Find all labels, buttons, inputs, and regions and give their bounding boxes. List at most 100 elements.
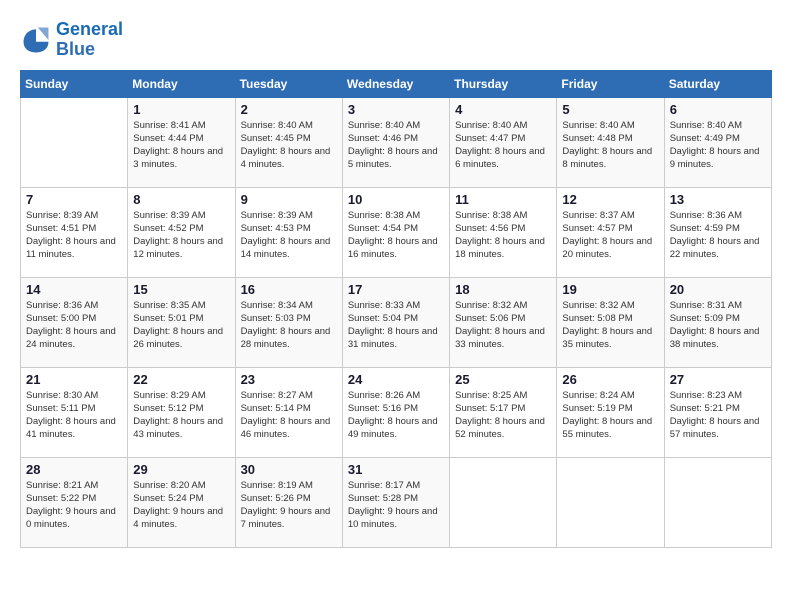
- day-info: Sunrise: 8:40 AMSunset: 4:46 PMDaylight:…: [348, 119, 444, 172]
- calendar-cell: 13 Sunrise: 8:36 AMSunset: 4:59 PMDayligh…: [664, 187, 771, 277]
- day-info: Sunrise: 8:39 AMSunset: 4:52 PMDaylight:…: [133, 209, 229, 262]
- calendar-week-row: 1Sunrise: 8:41 AMSunset: 4:44 PMDaylight…: [21, 97, 772, 187]
- calendar-cell: 9 Sunrise: 8:39 AMSunset: 4:53 PMDaylight…: [235, 187, 342, 277]
- calendar-cell: 31Sunrise: 8:17 AMSunset: 5:28 PMDayligh…: [342, 457, 449, 547]
- day-info: Sunrise: 8:21 AMSunset: 5:22 PMDaylight:…: [26, 479, 122, 532]
- day-number: 7: [26, 192, 122, 207]
- calendar-cell: 15 Sunrise: 8:35 AMSunset: 5:01 PMDayligh…: [128, 277, 235, 367]
- day-info: Sunrise: 8:35 AMSunset: 5:01 PMDaylight:…: [133, 299, 229, 352]
- day-number: 9: [241, 192, 337, 207]
- calendar-cell: 20 Sunrise: 8:31 AMSunset: 5:09 PMDayligh…: [664, 277, 771, 367]
- calendar-cell: 7 Sunrise: 8:39 AMSunset: 4:51 PMDaylight…: [21, 187, 128, 277]
- day-number: 23: [241, 372, 337, 387]
- day-header-wednesday: Wednesday: [342, 70, 449, 97]
- day-header-sunday: Sunday: [21, 70, 128, 97]
- day-number: 14: [26, 282, 122, 297]
- calendar-week-row: 21 Sunrise: 8:30 AMSunset: 5:11 PMDayligh…: [21, 367, 772, 457]
- day-info: Sunrise: 8:30 AMSunset: 5:11 PMDaylight:…: [26, 389, 122, 442]
- calendar-cell: [664, 457, 771, 547]
- calendar-cell: 3 Sunrise: 8:40 AMSunset: 4:46 PMDaylight…: [342, 97, 449, 187]
- day-number: 31: [348, 462, 444, 477]
- calendar-cell: 18 Sunrise: 8:32 AMSunset: 5:06 PMDayligh…: [450, 277, 557, 367]
- day-number: 10: [348, 192, 444, 207]
- calendar-cell: 21 Sunrise: 8:30 AMSunset: 5:11 PMDayligh…: [21, 367, 128, 457]
- calendar-cell: 29 Sunrise: 8:20 AMSunset: 5:24 PMDayligh…: [128, 457, 235, 547]
- day-info: Sunrise: 8:32 AMSunset: 5:08 PMDaylight:…: [562, 299, 658, 352]
- calendar-week-row: 14 Sunrise: 8:36 AMSunset: 5:00 PMDayligh…: [21, 277, 772, 367]
- day-number: 5: [562, 102, 658, 117]
- day-number: 22: [133, 372, 229, 387]
- day-number: 21: [26, 372, 122, 387]
- calendar-cell: 12 Sunrise: 8:37 AMSunset: 4:57 PMDayligh…: [557, 187, 664, 277]
- day-info: Sunrise: 8:25 AMSunset: 5:17 PMDaylight:…: [455, 389, 551, 442]
- day-info: Sunrise: 8:39 AMSunset: 4:51 PMDaylight:…: [26, 209, 122, 262]
- day-info: Sunrise: 8:19 AMSunset: 5:26 PMDaylight:…: [241, 479, 337, 532]
- calendar-cell: [450, 457, 557, 547]
- day-info: Sunrise: 8:24 AMSunset: 5:19 PMDaylight:…: [562, 389, 658, 442]
- day-info: Sunrise: 8:39 AMSunset: 4:53 PMDaylight:…: [241, 209, 337, 262]
- day-number: 19: [562, 282, 658, 297]
- day-info: Sunrise: 8:36 AMSunset: 5:00 PMDaylight:…: [26, 299, 122, 352]
- calendar-cell: 23 Sunrise: 8:27 AMSunset: 5:14 PMDayligh…: [235, 367, 342, 457]
- calendar-cell: 10Sunrise: 8:38 AMSunset: 4:54 PMDayligh…: [342, 187, 449, 277]
- day-number: 25: [455, 372, 551, 387]
- day-info: Sunrise: 8:38 AMSunset: 4:56 PMDaylight:…: [455, 209, 551, 262]
- day-info: Sunrise: 8:40 AMSunset: 4:49 PMDaylight:…: [670, 119, 766, 172]
- calendar-cell: 14 Sunrise: 8:36 AMSunset: 5:00 PMDayligh…: [21, 277, 128, 367]
- calendar-cell: 26 Sunrise: 8:24 AMSunset: 5:19 PMDayligh…: [557, 367, 664, 457]
- day-number: 3: [348, 102, 444, 117]
- day-info: Sunrise: 8:32 AMSunset: 5:06 PMDaylight:…: [455, 299, 551, 352]
- calendar-header-row: SundayMondayTuesdayWednesdayThursdayFrid…: [21, 70, 772, 97]
- day-number: 2: [241, 102, 337, 117]
- calendar-cell: 2 Sunrise: 8:40 AMSunset: 4:45 PMDaylight…: [235, 97, 342, 187]
- day-number: 29: [133, 462, 229, 477]
- day-info: Sunrise: 8:37 AMSunset: 4:57 PMDaylight:…: [562, 209, 658, 262]
- day-info: Sunrise: 8:26 AMSunset: 5:16 PMDaylight:…: [348, 389, 444, 442]
- day-number: 11: [455, 192, 551, 207]
- day-number: 6: [670, 102, 766, 117]
- day-number: 18: [455, 282, 551, 297]
- calendar-cell: 17 Sunrise: 8:33 AMSunset: 5:04 PMDayligh…: [342, 277, 449, 367]
- day-number: 15: [133, 282, 229, 297]
- calendar-week-row: 28 Sunrise: 8:21 AMSunset: 5:22 PMDayligh…: [21, 457, 772, 547]
- day-number: 20: [670, 282, 766, 297]
- day-info: Sunrise: 8:29 AMSunset: 5:12 PMDaylight:…: [133, 389, 229, 442]
- day-number: 12: [562, 192, 658, 207]
- calendar-cell: 24 Sunrise: 8:26 AMSunset: 5:16 PMDayligh…: [342, 367, 449, 457]
- calendar-cell: 11 Sunrise: 8:38 AMSunset: 4:56 PMDayligh…: [450, 187, 557, 277]
- day-info: Sunrise: 8:27 AMSunset: 5:14 PMDaylight:…: [241, 389, 337, 442]
- day-number: 13: [670, 192, 766, 207]
- calendar-cell: [557, 457, 664, 547]
- day-header-tuesday: Tuesday: [235, 70, 342, 97]
- day-number: 26: [562, 372, 658, 387]
- calendar-table: SundayMondayTuesdayWednesdayThursdayFrid…: [20, 70, 772, 548]
- day-number: 17: [348, 282, 444, 297]
- calendar-cell: 27Sunrise: 8:23 AMSunset: 5:21 PMDayligh…: [664, 367, 771, 457]
- calendar-cell: 28 Sunrise: 8:21 AMSunset: 5:22 PMDayligh…: [21, 457, 128, 547]
- day-info: Sunrise: 8:36 AMSunset: 4:59 PMDaylight:…: [670, 209, 766, 262]
- calendar-cell: 6 Sunrise: 8:40 AMSunset: 4:49 PMDaylight…: [664, 97, 771, 187]
- calendar-cell: 16Sunrise: 8:34 AMSunset: 5:03 PMDayligh…: [235, 277, 342, 367]
- day-info: Sunrise: 8:41 AMSunset: 4:44 PMDaylight:…: [133, 119, 229, 172]
- day-info: Sunrise: 8:20 AMSunset: 5:24 PMDaylight:…: [133, 479, 229, 532]
- calendar-cell: 8Sunrise: 8:39 AMSunset: 4:52 PMDaylight…: [128, 187, 235, 277]
- calendar-cell: [21, 97, 128, 187]
- day-info: Sunrise: 8:31 AMSunset: 5:09 PMDaylight:…: [670, 299, 766, 352]
- day-info: Sunrise: 8:33 AMSunset: 5:04 PMDaylight:…: [348, 299, 444, 352]
- logo-icon: [20, 24, 52, 56]
- day-info: Sunrise: 8:40 AMSunset: 4:47 PMDaylight:…: [455, 119, 551, 172]
- day-number: 24: [348, 372, 444, 387]
- day-info: Sunrise: 8:40 AMSunset: 4:45 PMDaylight:…: [241, 119, 337, 172]
- calendar-cell: 25 Sunrise: 8:25 AMSunset: 5:17 PMDayligh…: [450, 367, 557, 457]
- day-number: 30: [241, 462, 337, 477]
- calendar-week-row: 7 Sunrise: 8:39 AMSunset: 4:51 PMDaylight…: [21, 187, 772, 277]
- day-info: Sunrise: 8:34 AMSunset: 5:03 PMDaylight:…: [241, 299, 337, 352]
- day-info: Sunrise: 8:40 AMSunset: 4:48 PMDaylight:…: [562, 119, 658, 172]
- day-number: 28: [26, 462, 122, 477]
- day-header-monday: Monday: [128, 70, 235, 97]
- calendar-cell: 19 Sunrise: 8:32 AMSunset: 5:08 PMDayligh…: [557, 277, 664, 367]
- logo-text: General Blue: [56, 20, 123, 60]
- calendar-cell: 4Sunrise: 8:40 AMSunset: 4:47 PMDaylight…: [450, 97, 557, 187]
- page-header: General Blue: [20, 20, 772, 60]
- logo: General Blue: [20, 20, 123, 60]
